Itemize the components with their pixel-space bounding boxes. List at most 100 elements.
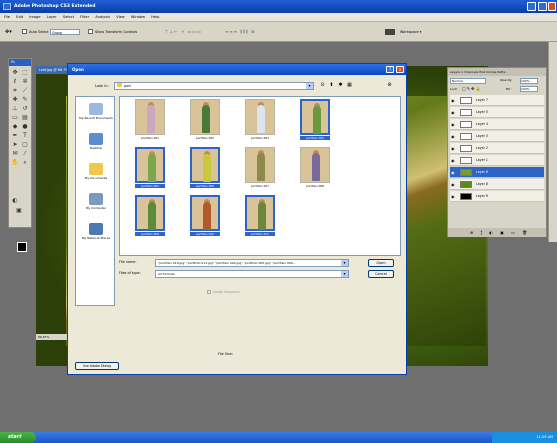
dialog-close-button[interactable]: × (396, 66, 404, 73)
lasso-tool-icon[interactable]: ℓ (11, 78, 19, 85)
bridge-icon[interactable] (385, 29, 395, 35)
dodge-tool-icon[interactable]: ● (21, 123, 29, 130)
pen-tool-icon[interactable]: ✒ (11, 132, 19, 139)
eye-icon[interactable]: ◉ (451, 98, 456, 103)
file-tile[interactable]: portfolio 002 (190, 99, 220, 140)
menu-view[interactable]: View (116, 15, 125, 19)
hand-tool-icon[interactable]: ✋ (11, 159, 19, 166)
lock-icons[interactable]: ▢✎✥🔒 (462, 86, 481, 91)
view-menu-icon[interactable]: ▦ (346, 82, 353, 89)
distribute-buttons-icon[interactable]: ≡≡≡ ⫼⫼⫼ ⊞ (225, 29, 255, 35)
eye-icon[interactable]: ◉ (451, 158, 456, 163)
close-button[interactable] (548, 2, 556, 11)
layer-row[interactable]: ◉ Layer 9 (450, 191, 544, 202)
help-button[interactable]: ? (386, 66, 394, 73)
foreground-color-swatch[interactable] (17, 242, 27, 252)
file-name-input[interactable]: "portfolio 010.jpg" "portfolio 011.jpg" … (155, 259, 349, 267)
file-tile[interactable]: portfolio 005 (135, 147, 165, 188)
brush-tool-icon[interactable]: ✎ (21, 96, 29, 103)
up-folder-icon[interactable]: ⬆ (328, 82, 335, 89)
place-recent[interactable]: My Recent Documents (78, 103, 114, 120)
layers-panel-tabs[interactable]: Layers × Channels Hist Comps Paths (448, 68, 546, 76)
layers-panel-footer[interactable]: ⊕ ƒ ◐ ▣ ▭ 🗑 (448, 228, 546, 237)
menu-select[interactable]: Select (63, 15, 74, 19)
marquee-tool-icon[interactable]: ⬚ (21, 69, 29, 76)
eyedropper-tool-icon[interactable]: ⁄ (21, 150, 29, 157)
layer-row[interactable]: ◉ Layer 4 (450, 119, 544, 130)
open-button[interactable]: Open (368, 259, 394, 267)
file-tile[interactable]: portfolio 010 (190, 195, 220, 236)
bridge-icon[interactable]: ⊛ (386, 82, 393, 89)
file-tile[interactable]: portfolio 001 (135, 99, 165, 140)
file-tile[interactable]: portfolio 004 (300, 99, 330, 140)
panel-dock-strip[interactable] (548, 42, 557, 242)
start-button[interactable]: start (0, 432, 36, 443)
place-my-documents[interactable]: My Documents (78, 163, 114, 180)
healing-brush-icon[interactable]: ✚ (11, 96, 19, 103)
auto-select-checkbox[interactable] (22, 29, 27, 34)
file-tile[interactable]: portfolio 007 (245, 147, 275, 188)
eye-icon[interactable]: ◉ (451, 110, 456, 115)
image-sequence-checkbox[interactable] (207, 290, 211, 294)
show-transform-checkbox[interactable] (88, 29, 93, 34)
menu-analysis[interactable]: Analysis (95, 15, 110, 19)
type-tool-icon[interactable]: T (21, 132, 29, 139)
file-list[interactable]: portfolio 001 portfolio 002 portfolio 003 p… (119, 96, 401, 256)
use-adobe-dialog-button[interactable]: Use Adobe Dialog (75, 362, 119, 370)
file-tile[interactable]: portfolio 009 (135, 195, 165, 236)
eye-icon[interactable]: ◉ (451, 170, 456, 175)
opacity-input[interactable]: 100% (520, 78, 538, 84)
layer-row[interactable]: ◉ Layer 1 (450, 155, 544, 166)
layer-row[interactable]: ◉ Layer 2 (450, 143, 544, 154)
place-desktop[interactable]: Desktop (78, 133, 114, 150)
magic-wand-tool-icon[interactable]: ✲ (21, 78, 29, 85)
crop-tool-icon[interactable]: ⌗ (11, 87, 19, 94)
eye-icon[interactable]: ◉ (451, 122, 456, 127)
menu-edit[interactable]: Edit (16, 15, 23, 19)
eye-icon[interactable]: ◉ (451, 182, 456, 187)
layer-row[interactable]: ◉ Layer 3 (450, 131, 544, 142)
layer-row[interactable]: ◉ Layer 6 (450, 167, 544, 178)
file-tile[interactable]: portfolio 008 (300, 147, 330, 188)
place-my-computer[interactable]: My Computer (78, 193, 114, 210)
blur-tool-icon[interactable]: ◆ (11, 123, 19, 130)
move-tool-icon[interactable]: ✥ (11, 69, 19, 76)
new-folder-icon[interactable]: ✱ (337, 82, 344, 89)
layer-row[interactable]: ◉ Layer 8 (450, 179, 544, 190)
back-icon[interactable]: ⊙ (319, 82, 326, 89)
zoom-tool-icon[interactable]: ⌕ (21, 159, 29, 166)
auto-select-dropdown[interactable]: Group (50, 29, 80, 35)
clone-stamp-icon[interactable]: ⊥ (11, 105, 19, 112)
history-brush-icon[interactable]: ↺ (21, 105, 29, 112)
quick-mask-icon[interactable]: ◐ (11, 197, 19, 204)
gradient-tool-icon[interactable]: ▤ (21, 114, 29, 121)
open-dialog-title-bar[interactable]: Open (68, 64, 406, 75)
path-selection-icon[interactable]: ➤ (11, 141, 19, 148)
file-tile[interactable]: portfolio 003 (245, 99, 275, 140)
screen-mode-icon[interactable]: ▣ (15, 207, 23, 214)
menu-help[interactable]: Help (151, 15, 159, 19)
notes-tool-icon[interactable]: ✉ (11, 150, 19, 157)
layer-row[interactable]: ◉ Layer 5 (450, 107, 544, 118)
fill-input[interactable]: 100% (520, 86, 538, 92)
menu-image[interactable]: Image (29, 15, 40, 19)
eye-icon[interactable]: ◉ (451, 134, 456, 139)
layer-row[interactable]: ◉ Layer 7 (450, 95, 544, 106)
menu-filter[interactable]: Filter (80, 15, 89, 19)
eye-icon[interactable]: ◉ (451, 146, 456, 151)
move-tool-icon[interactable]: ✥▾ (5, 29, 12, 35)
look-in-dropdown[interactable]: pod ▾ (114, 82, 314, 90)
maximize-button[interactable] (538, 2, 547, 11)
file-tile[interactable]: portfolio 011 (245, 195, 275, 236)
slice-tool-icon[interactable]: ⟋ (21, 87, 29, 94)
menu-window[interactable]: Window (131, 15, 145, 19)
eye-icon[interactable]: ◉ (451, 194, 456, 199)
cancel-button[interactable]: Cancel (368, 270, 394, 278)
align-buttons-icon[interactable]: ⊤⊥⊢ ⊣ ▭▭▭ (165, 29, 202, 35)
file-type-dropdown[interactable]: All Formats ▾ (155, 270, 349, 278)
minimize-button[interactable] (527, 2, 536, 11)
file-tile[interactable]: portfolio 006 (190, 147, 220, 188)
shape-tool-icon[interactable]: ▢ (21, 141, 29, 148)
menu-file[interactable]: File (4, 15, 10, 19)
place-network[interactable]: My Network Places (78, 223, 114, 240)
